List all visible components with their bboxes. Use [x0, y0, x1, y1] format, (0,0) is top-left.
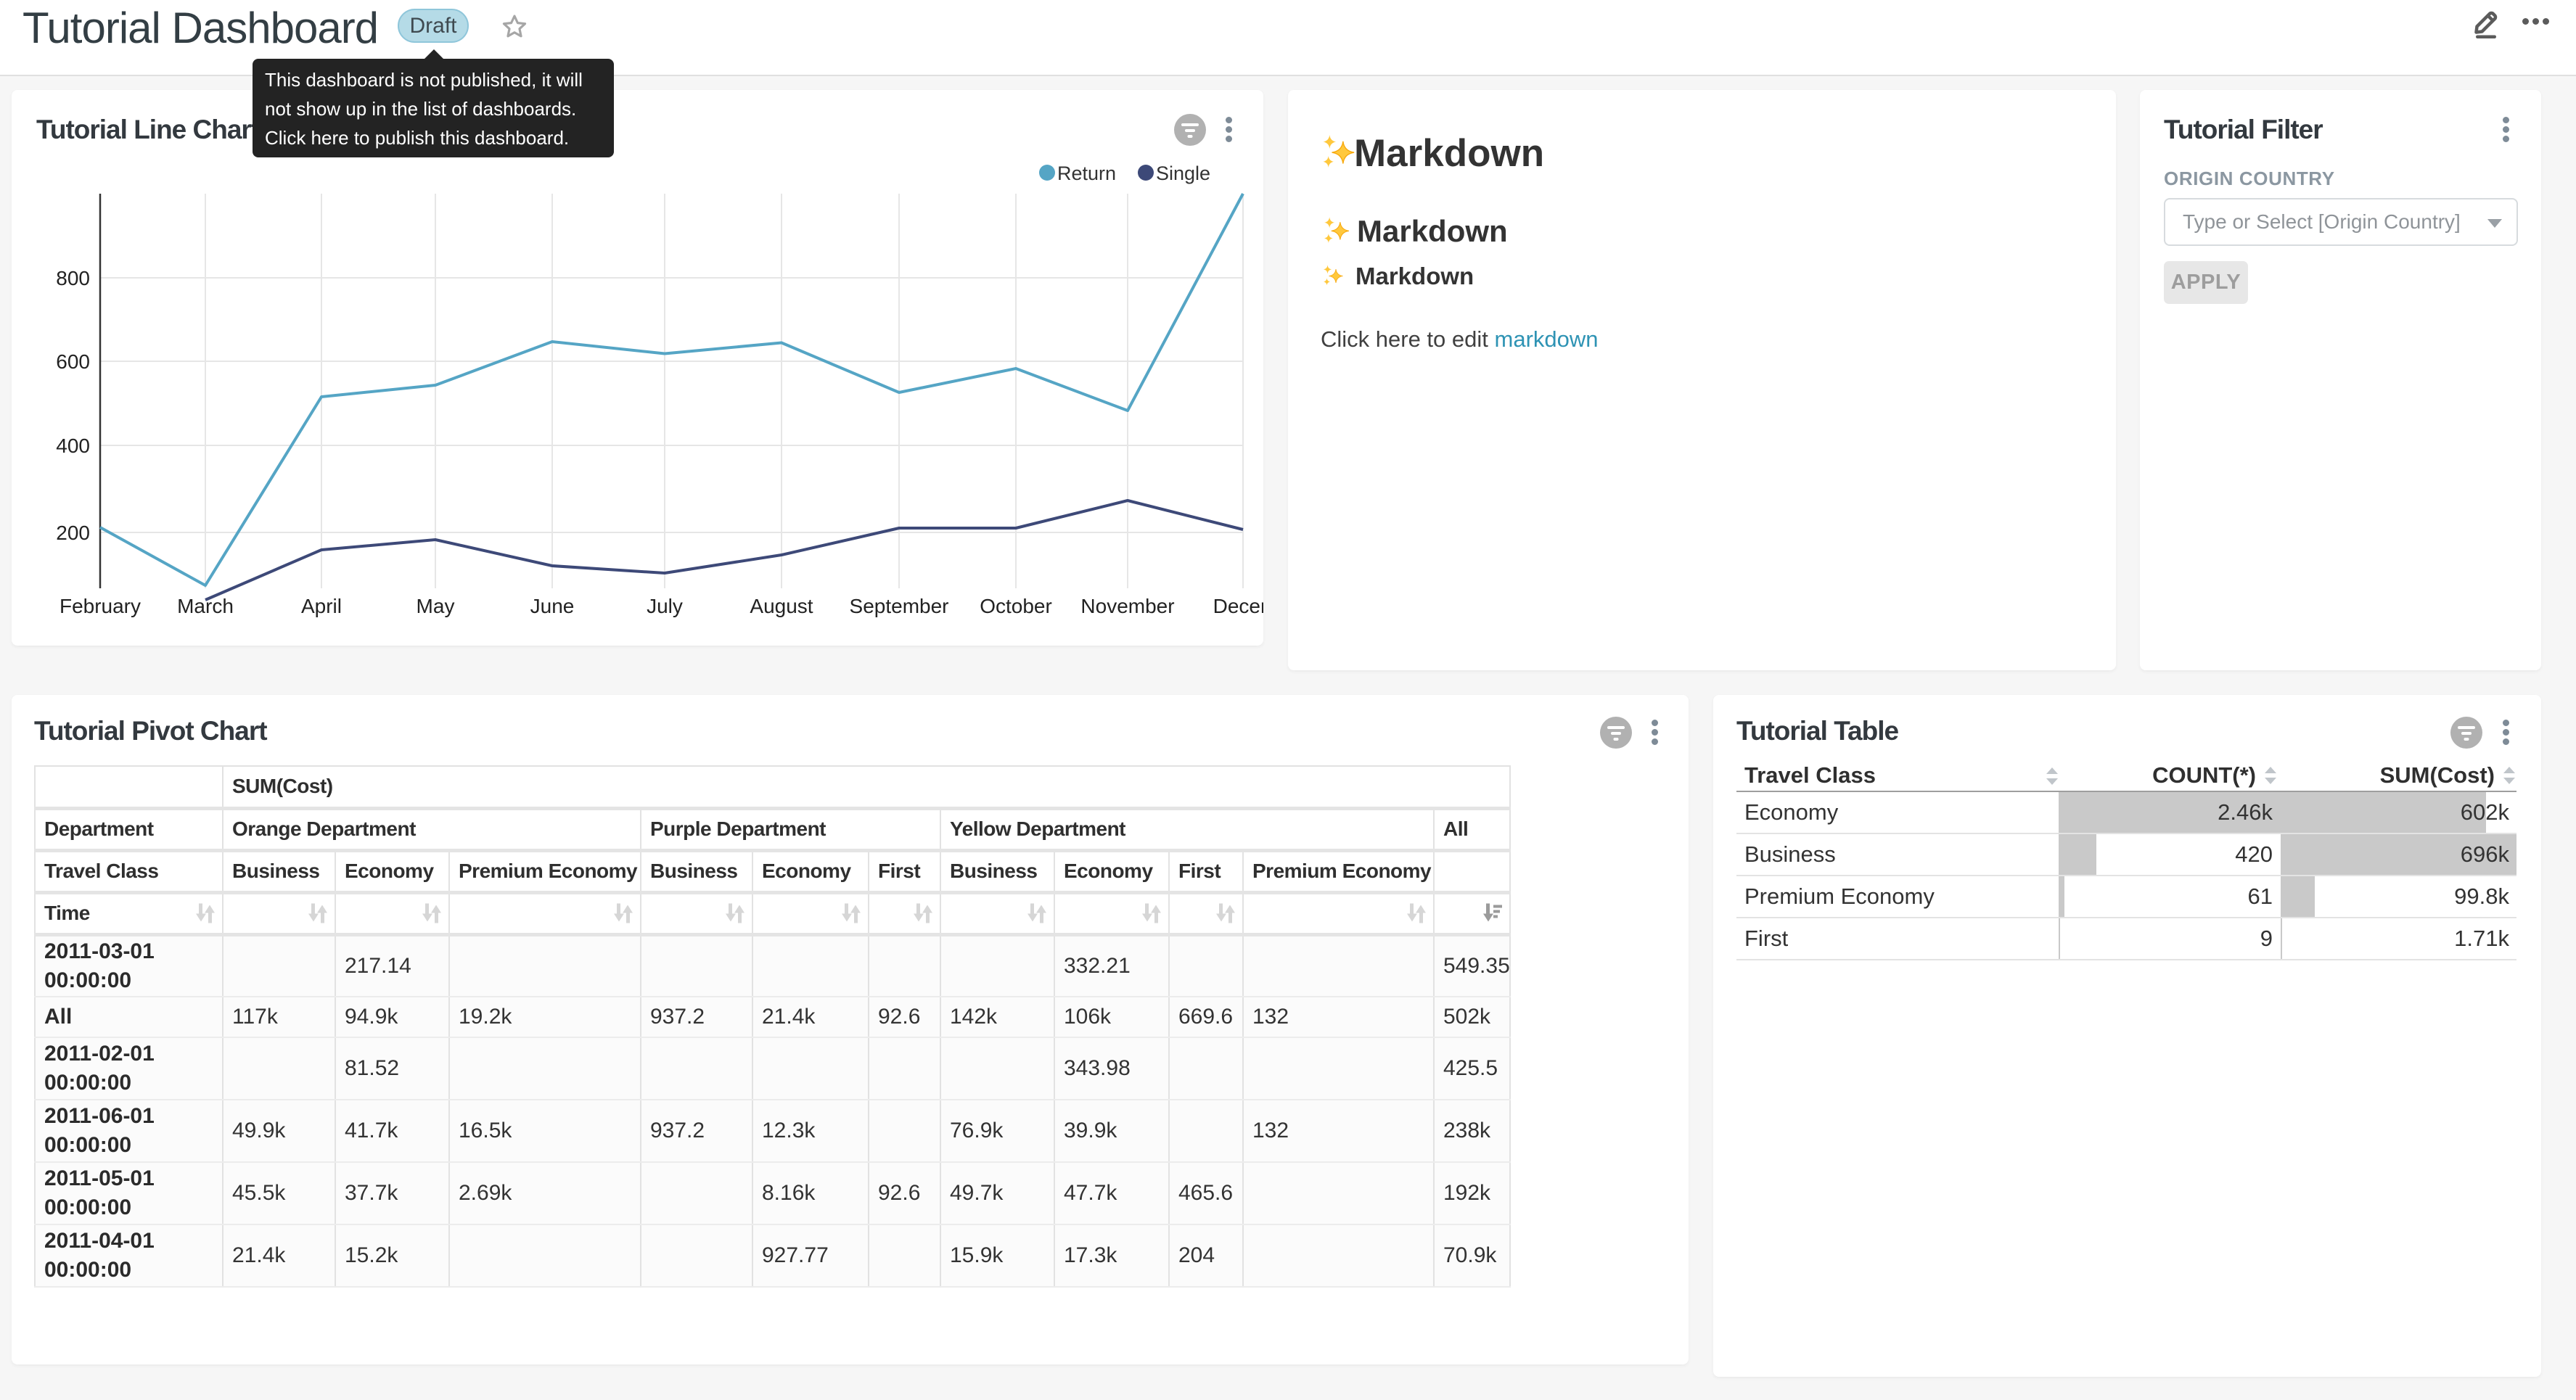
svg-text:October: October	[980, 595, 1052, 617]
svg-text:September: September	[850, 595, 949, 617]
svg-text:March: March	[177, 595, 234, 617]
svg-text:Return: Return	[1057, 162, 1116, 184]
svg-text:June: June	[530, 595, 575, 617]
svg-text:May: May	[417, 595, 455, 617]
svg-text:Decem: Decem	[1213, 595, 1263, 617]
svg-text:600: 600	[56, 350, 90, 373]
svg-text:Single: Single	[1156, 162, 1210, 184]
svg-text:April: April	[301, 595, 342, 617]
svg-text:400: 400	[56, 435, 90, 457]
svg-text:July: July	[647, 595, 683, 617]
svg-text:200: 200	[56, 522, 90, 544]
svg-text:August: August	[750, 595, 813, 617]
svg-text:800: 800	[56, 267, 90, 289]
svg-text:November: November	[1080, 595, 1174, 617]
svg-text:February: February	[60, 595, 141, 617]
